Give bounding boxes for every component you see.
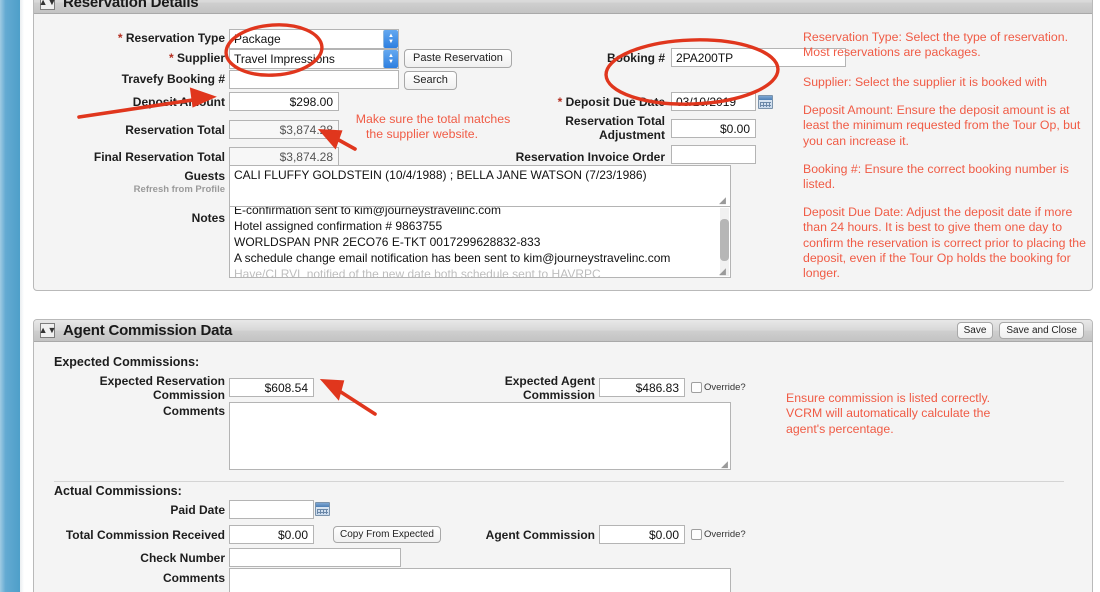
label-paid-date: Paid Date [170,503,225,517]
notes-line: E-confirmation sent to kim@journeystrave… [234,206,501,217]
agent-commission-override-label: Override? [704,529,746,540]
save-button[interactable]: Save [956,322,994,339]
chevron-updown-icon[interactable]: ▲ ▼ [383,50,398,68]
app-root: ▲▼ Reservation Details * Reservation Typ… [0,0,1100,592]
annotation-total-matches-line1: Make sure the total matches [355,112,511,126]
agent-commission-header: ▲▼ Agent Commission Data Save Save and C… [34,320,1092,342]
search-button[interactable]: Search [404,71,457,90]
label-reservation-total: Reservation Total [125,123,225,137]
notes-line: A schedule change email notification has… [234,251,671,265]
actual-comments-textarea[interactable] [229,568,731,592]
annotation-deposit-due-date: Deposit Due Date: Adjust the deposit dat… [803,205,1086,281]
label-check-number: Check Number [140,551,225,565]
label-booking-number: Booking # [606,51,665,65]
refresh-from-profile-link[interactable]: Refresh from Profile [60,184,225,195]
label-supplier: * Supplier [168,51,225,65]
section-title: Agent Commission Data [63,322,233,339]
check-number-input[interactable] [229,548,401,567]
expected-commissions-heading: Expected Commissions: [54,355,200,369]
chevron-updown-icon[interactable]: ▲ ▼ [383,30,398,48]
page-title: Reservation Details [63,0,199,11]
copy-from-expected-button[interactable]: Copy From Expected [333,526,441,543]
panel-actions: Save Save and Close [956,322,1086,339]
guests-textarea[interactable]: CALI FLUFFY GOLDSTEIN (10/4/1988) ; BELL… [229,165,731,207]
deposit-due-date-input[interactable]: 03/10/2019 [671,92,756,111]
final-reservation-total-value: $3,874.28 [229,147,339,166]
collapse-icon[interactable]: ▲▼ [39,0,56,10]
label-deposit-due-date: * Deposit Due Date [557,95,665,109]
agent-commission-override-checkbox[interactable] [691,529,702,540]
resize-grip-icon[interactable]: ◢ [719,196,729,206]
required-marker: * [117,31,123,45]
label-travefy-booking: Travefy Booking # [121,72,225,86]
calendar-icon[interactable] [315,502,330,516]
label-expected-reservation-commission: Expected Reservation Commission [99,374,225,402]
label-actual-comments: Comments [162,571,225,585]
travefy-booking-input[interactable] [229,70,399,89]
notes-line: Hotel assigned confirmation # 9863755 [234,219,443,233]
label-total-commission-received: Total Commission Received [65,528,225,542]
reservation-invoice-order-input[interactable] [671,145,756,164]
paid-date-input[interactable] [229,500,314,519]
label-notes: Notes [191,211,225,225]
agent-commission-input[interactable]: $0.00 [599,525,685,544]
resize-grip-icon[interactable]: ◢ [721,460,731,470]
label-expected-comments: Comments [162,404,225,418]
expected-agent-commission-input[interactable]: $486.83 [599,378,685,397]
label-reservation-invoice-order: Reservation Invoice Order [515,150,665,164]
label-guests: Guests [184,169,225,183]
required-marker: * [557,95,563,109]
annotation-total-matches-line2: the supplier website. [365,127,479,141]
reservation-details-header: ▲▼ Reservation Details [34,0,1092,14]
save-and-close-button[interactable]: Save and Close [999,322,1084,339]
label-agent-commission: Agent Commission [485,528,595,542]
notes-line: WORLDSPAN PNR 2ECO76 E-TKT 0017299628832… [234,235,541,249]
annotation-reservation-type: Reservation Type: Select the type of res… [803,30,1068,60]
rail-shadow [20,0,24,592]
annotation-supplier: Supplier: Select the supplier it is book… [803,75,1048,89]
expected-agent-commission-override-checkbox[interactable] [691,382,702,393]
reservation-type-value: Package [234,32,281,46]
supplier-value: Travel Impressions [234,52,335,66]
annotation-booking-number: Booking #: Ensure the correct booking nu… [803,162,1069,192]
section-divider [54,481,1064,482]
label-final-reservation-total: Final Reservation Total [93,150,225,164]
supplier-select[interactable]: Travel Impressions ▲ ▼ [229,49,399,69]
total-commission-received-input[interactable]: $0.00 [229,525,314,544]
label-deposit-amount: Deposit Amount [132,95,225,109]
label-reservation-type: * Reservation Type [117,31,225,45]
deposit-amount-input[interactable]: $298.00 [229,92,339,111]
calendar-icon[interactable] [758,95,773,109]
actual-commissions-heading: Actual Commissions: [54,484,182,498]
collapse-icon[interactable]: ▲▼ [39,323,56,338]
expected-agent-commission-override-label: Override? [704,382,746,393]
guests-value: CALI FLUFFY GOLDSTEIN (10/4/1988) ; BELL… [234,168,647,182]
reservation-total-adjustment-input[interactable]: $0.00 [671,119,756,138]
label-expected-agent-commission: Expected Agent Commission [504,374,595,402]
left-navigation-rail [0,0,20,592]
expected-comments-textarea[interactable] [229,402,731,470]
notes-scroll-thumb[interactable] [720,219,729,261]
required-marker: * [168,51,174,65]
resize-grip-icon[interactable]: ◢ [719,267,729,277]
notes-line: Have/CLRVL notified of the new date both… [234,267,601,278]
reservation-type-select[interactable]: Package ▲ ▼ [229,29,399,49]
notes-textarea[interactable]: E-confirmation sent to kim@journeystrave… [229,206,731,278]
annotation-commission: Ensure commission is listed correctly. V… [786,391,991,436]
annotation-deposit-amount: Deposit Amount: Ensure the deposit amoun… [803,103,1081,148]
expected-reservation-commission-input[interactable]: $608.54 [229,378,314,397]
